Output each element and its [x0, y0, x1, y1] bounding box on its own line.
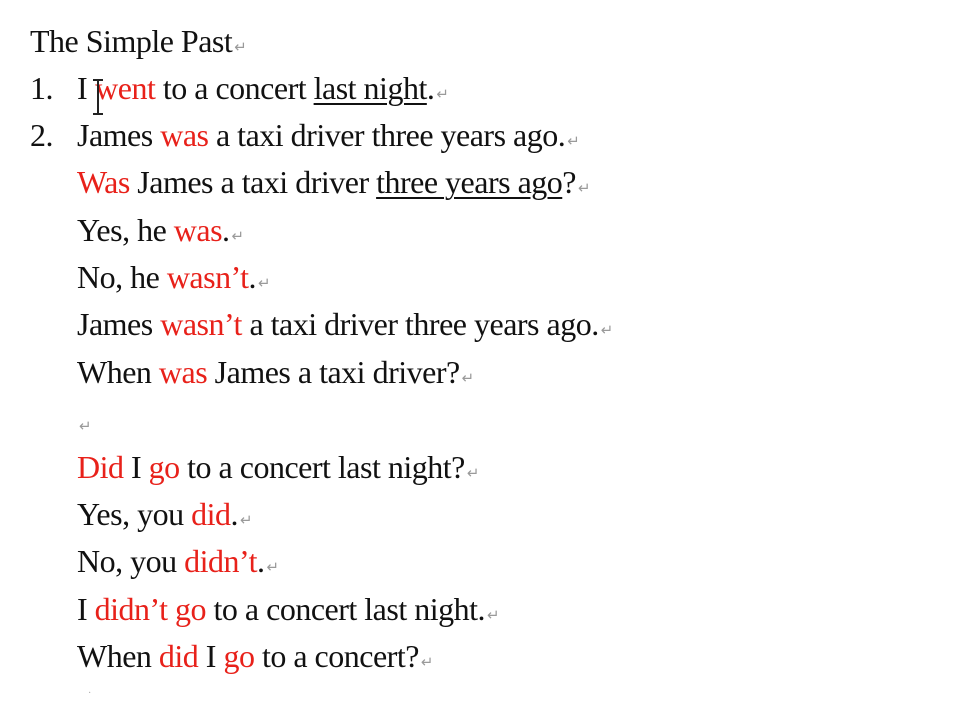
a2-period: . [248, 259, 257, 295]
item2-rest: a taxi driver three years ago. [208, 117, 566, 153]
paragraph-mark-icon: ↵ [258, 273, 271, 292]
paragraph-mark-icon: ↵ [600, 320, 614, 339]
neg2-space [168, 591, 176, 627]
wh2-aux-did: did [158, 638, 199, 674]
paragraph-mark-icon: ↵ [239, 510, 253, 529]
paragraph-mark-icon: ↵ [436, 84, 449, 103]
item1-middle: to a concert [155, 70, 314, 106]
paragraph-mark-icon: ↵ [466, 463, 480, 482]
stray-dot: · [88, 688, 92, 699]
q1-verb-was: Was [77, 164, 130, 200]
wh1-when: When [77, 354, 159, 390]
q2-aux-did: Did [77, 449, 124, 485]
list-number-2: 2. [30, 117, 54, 153]
q1-qmark: ? [562, 164, 576, 200]
neg2-verb-go: go [175, 591, 207, 627]
q2-subject: I [123, 449, 149, 485]
neg1-verb-wasnt: wasn’t [160, 306, 242, 342]
a4-start: No, you [77, 543, 185, 579]
item2-verb-was: was [160, 117, 209, 153]
document-page[interactable]: The Simple Past ↵ 1. Iwent to a concert l… [0, 0, 958, 702]
q2-rest: to a concert last night? [179, 449, 465, 485]
paragraph-mark-icon: ↵ [231, 226, 245, 245]
paragraph-mark-icon: ↵ [266, 557, 279, 576]
a1-period: . [222, 212, 230, 248]
wh1-verb-was: was [158, 354, 208, 390]
q2-verb-go: go [148, 449, 181, 485]
wh2-rest: to a concert? [254, 638, 419, 674]
neg2-aux-didnt: didn’t [94, 591, 168, 627]
neg1-rest: a taxi driver three years ago. [241, 306, 599, 342]
list-number-1: 1. [30, 70, 54, 106]
q1-time-underlined: three years ago [376, 164, 563, 200]
text-cursor-icon [93, 78, 103, 118]
wh2-subject: I [198, 638, 224, 674]
neg1-subject: James [77, 306, 161, 342]
item2-subject: James [77, 117, 161, 153]
paragraph-mark-icon: ↵ [420, 652, 434, 671]
a3-period: . [230, 496, 238, 532]
a4-aux-didnt: didn’t [184, 543, 257, 579]
a1-verb-was: was [173, 212, 223, 248]
item1-verb-went: went [95, 70, 156, 106]
q1-middle: James a taxi driver [129, 164, 377, 200]
paragraph-mark-icon: ↵ [486, 605, 500, 624]
item1-time-underlined: last night [313, 70, 428, 106]
paragraph-mark-icon: ↵ [234, 37, 247, 56]
item1-subject: I [77, 70, 88, 106]
paragraph-mark-icon: ↵ [79, 416, 92, 435]
a3-start: Yes, you [77, 496, 192, 532]
a2-start: No, he [77, 259, 167, 295]
neg2-rest: to a concert last night. [206, 591, 486, 627]
paragraph-mark-icon: ↵ [461, 368, 475, 387]
a3-aux-did: did [191, 496, 231, 532]
item1-period: . [426, 70, 435, 106]
a4-period: . [256, 543, 265, 579]
paragraph-mark-icon: ↵ [577, 178, 591, 197]
document-title: The Simple Past [30, 23, 233, 59]
a1-start: Yes, he [77, 212, 174, 248]
wh2-verb-go: go [223, 638, 255, 674]
a2-verb-wasnt: wasn’t [166, 259, 249, 295]
paragraph-mark-icon: ↵ [567, 131, 580, 150]
wh2-when: When [77, 638, 159, 674]
neg2-subject: I [77, 591, 95, 627]
wh1-rest: James a taxi driver? [207, 354, 460, 390]
